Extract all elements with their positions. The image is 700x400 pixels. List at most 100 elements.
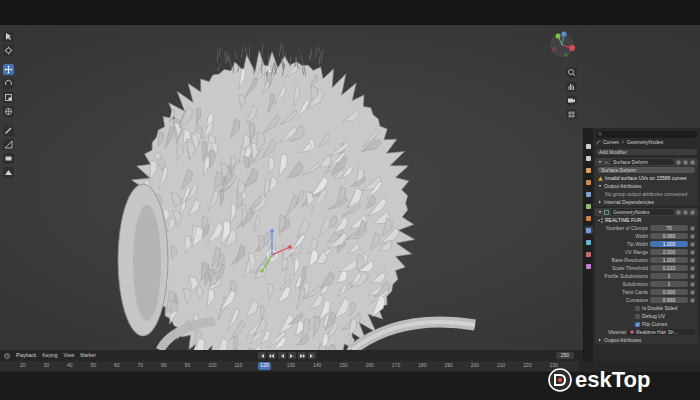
option-checkbox[interactable]	[635, 322, 640, 327]
axis-gizmo-icon[interactable]	[548, 31, 576, 59]
input-value: 0.060	[663, 233, 676, 239]
tool-button[interactable]	[3, 167, 14, 178]
option-checkbox[interactable]	[635, 314, 640, 319]
toggle-icon[interactable]	[690, 250, 695, 255]
breadcrumb-item[interactable]: GeometryNodes	[627, 139, 663, 145]
playback-controls	[258, 352, 316, 359]
toggle-icon[interactable]	[676, 210, 681, 215]
navigation-gizmo[interactable]	[548, 31, 578, 141]
toggle-icon[interactable]	[676, 160, 681, 165]
toggle-icon[interactable]	[690, 210, 695, 215]
toggle-icon[interactable]	[690, 160, 695, 165]
geometry-nodes-icon	[604, 210, 609, 215]
search-field[interactable]	[596, 131, 697, 138]
breadcrumb-item[interactable]: Curves	[603, 139, 619, 145]
toggle-icon[interactable]	[690, 282, 695, 287]
frame-ruler[interactable]: 2030405060708090100110120130140150160170…	[0, 361, 578, 371]
end-frame-field[interactable]: 250	[556, 352, 574, 360]
disclosure-arrow-icon[interactable]	[598, 210, 602, 214]
section-title[interactable]: Internal Dependencies	[604, 199, 654, 205]
tool-button[interactable]	[3, 153, 14, 164]
toggle-icon[interactable]	[690, 242, 695, 247]
input-field[interactable]: 0.660	[650, 297, 688, 303]
property-tab[interactable]	[585, 166, 593, 174]
dependencies-header: Internal Dependencies	[595, 198, 698, 206]
pan-hand-button[interactable]	[566, 81, 577, 92]
tool-button[interactable]	[3, 139, 14, 150]
toggle-icon[interactable]	[690, 226, 695, 231]
input-row: Width0.060	[595, 232, 698, 240]
grid-button[interactable]	[566, 109, 577, 120]
timeline-menu[interactable]: View	[64, 352, 75, 360]
modifier-name-field[interactable]: Surface Deform	[611, 159, 674, 165]
playback-button[interactable]	[278, 352, 286, 359]
tool-button[interactable]	[3, 125, 14, 136]
input-label: UV Range	[598, 249, 648, 255]
target-field[interactable]: Surface Deform	[598, 167, 695, 173]
material-field[interactable]: Realtime Hair Sh...	[628, 329, 695, 335]
toggle-icon[interactable]	[690, 274, 695, 279]
tool-button[interactable]	[3, 78, 14, 89]
tool-button[interactable]	[3, 92, 14, 103]
toggle-icon[interactable]	[690, 290, 695, 295]
input-field[interactable]: 70	[650, 225, 688, 231]
property-tab[interactable]	[585, 154, 593, 162]
property-tab[interactable]	[585, 250, 593, 258]
toggle-icon[interactable]	[690, 258, 695, 263]
playback-button[interactable]	[288, 352, 296, 359]
toggle-icon[interactable]	[683, 210, 688, 215]
toggle-icon[interactable]	[690, 298, 695, 303]
property-tab[interactable]	[585, 190, 593, 198]
timeline-menu[interactable]: Playback	[16, 352, 36, 360]
playback-button[interactable]	[298, 352, 306, 359]
modifier-name-field[interactable]: GeometryNodes	[611, 209, 674, 215]
top-strip	[0, 0, 700, 25]
input-field[interactable]: 0.060	[650, 233, 688, 239]
property-tab[interactable]	[585, 262, 593, 270]
property-tab-icon	[586, 240, 591, 245]
node-group-name[interactable]: REALTIME FUR	[605, 217, 641, 223]
add-modifier-button[interactable]: Add Modifier	[596, 149, 697, 155]
disclosure-arrow-icon[interactable]	[598, 200, 602, 204]
frame-number: 90	[183, 362, 193, 370]
tool-button[interactable]	[3, 31, 14, 42]
camera-button[interactable]	[566, 95, 577, 106]
tool-button[interactable]	[3, 64, 14, 75]
input-field[interactable]: 1	[650, 273, 688, 279]
playback-button[interactable]	[308, 352, 316, 359]
tool-button[interactable]	[3, 106, 14, 117]
playback-button[interactable]	[268, 352, 276, 359]
property-tab[interactable]	[585, 226, 593, 234]
option-checkbox[interactable]	[635, 306, 640, 311]
property-tab[interactable]	[585, 142, 593, 150]
disclosure-arrow-icon[interactable]	[598, 338, 602, 342]
section-title[interactable]: Output Attributes	[604, 337, 641, 343]
toggle-icon[interactable]	[690, 266, 695, 271]
playback-icon	[289, 353, 295, 359]
input-field[interactable]: 1	[650, 281, 688, 287]
toggle-icon[interactable]	[690, 234, 695, 239]
property-tab[interactable]	[585, 238, 593, 246]
material-row: MaterialRealtime Hair Sh...	[595, 328, 698, 336]
playback-button[interactable]	[258, 352, 266, 359]
tool-button[interactable]	[3, 45, 14, 56]
input-field[interactable]: 1.000	[650, 257, 688, 263]
input-field[interactable]: 0.000	[650, 289, 688, 295]
input-field[interactable]: 2.000	[650, 249, 688, 255]
input-field[interactable]: 0.010	[650, 265, 688, 271]
input-field[interactable]: 1.000	[650, 241, 688, 247]
frame-number: 180	[416, 362, 428, 370]
section-title[interactable]: Output Attributes	[604, 183, 641, 189]
frame-number: 80	[159, 362, 169, 370]
toggle-icon[interactable]	[683, 160, 688, 165]
property-tab[interactable]	[585, 202, 593, 210]
timeline-menu[interactable]: Marker	[80, 352, 96, 360]
frame-number: 60	[112, 362, 122, 370]
disclosure-arrow-icon[interactable]	[598, 160, 602, 164]
timeline-menu[interactable]: Keying	[42, 352, 57, 360]
property-tab[interactable]	[585, 178, 593, 186]
property-tab[interactable]	[585, 214, 593, 222]
disclosure-arrow-icon[interactable]	[598, 184, 602, 188]
property-tab-icon	[586, 204, 591, 209]
zoom-button[interactable]	[566, 67, 577, 78]
